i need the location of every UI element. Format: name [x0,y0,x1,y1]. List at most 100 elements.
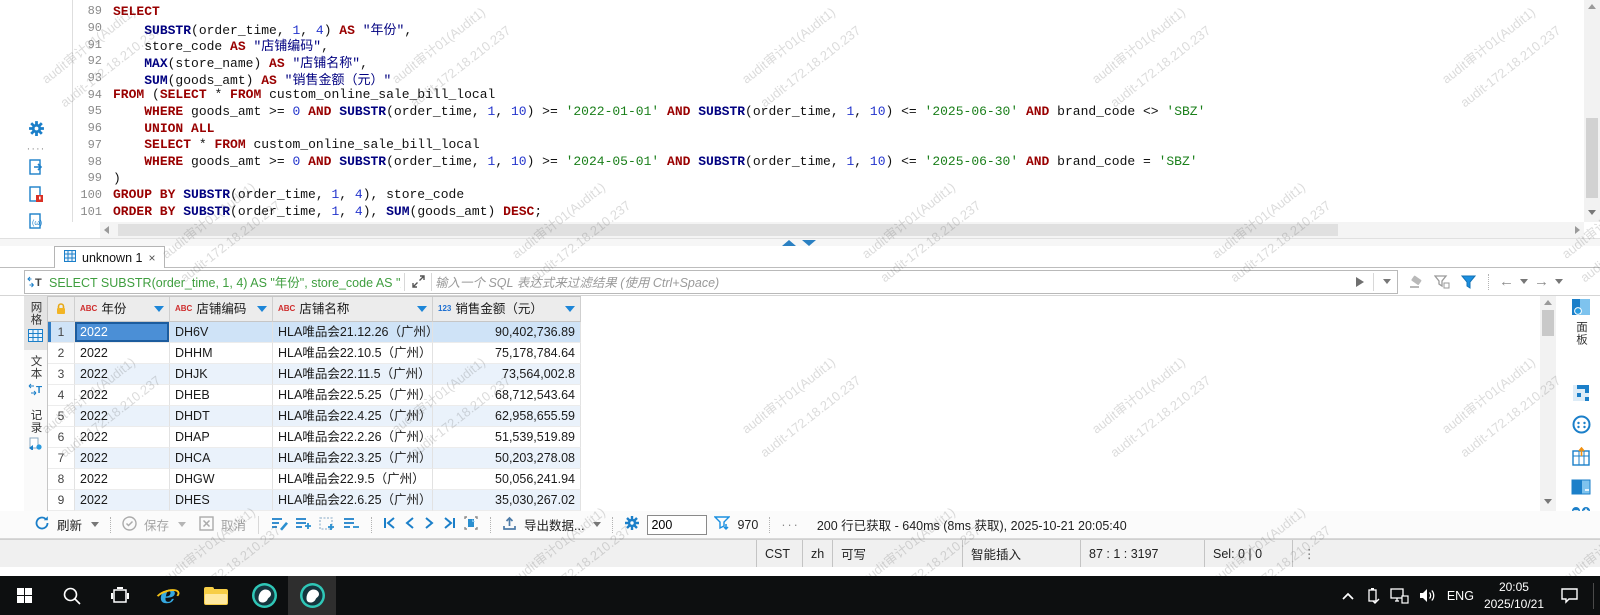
refresh-button[interactable]: 刷新 [57,515,82,534]
script-export-icon[interactable] [28,159,44,179]
grid-vertical-scrollbar[interactable] [1540,296,1556,511]
cell[interactable]: 2022 [75,427,170,448]
next-row-icon[interactable] [423,516,435,533]
row-number[interactable]: 1 [48,322,75,343]
file-explorer-button[interactable] [192,576,240,615]
cell[interactable]: 73,564,002.8 [433,364,581,385]
cell[interactable]: 68,712,543.64 [433,385,581,406]
column-header-3[interactable]: ABC店铺名称 [273,297,433,322]
cell[interactable]: HLA唯品会22.10.5（广州） [273,343,433,364]
cell[interactable]: HLA唯品会21.12.26（广州） [273,322,433,343]
value-viewer-icon[interactable] [1572,384,1590,405]
tab-close-icon[interactable]: × [148,251,155,265]
panel-tab-label[interactable]: 面板 [1573,321,1589,346]
export-icon[interactable] [502,516,517,534]
fetch-page-icon[interactable] [463,515,479,534]
row-number[interactable]: 7 [48,448,75,469]
code-line[interactable]: 92 MAX(store_name) AS "店铺名称", [74,53,1582,70]
cell[interactable]: 2022 [75,364,170,385]
statusbar-overflow-icon[interactable]: ⋮ [1292,540,1326,567]
cell[interactable]: HLA唯品会22.6.25（广州） [273,490,433,511]
cell[interactable]: DHGW [170,469,273,490]
code-line[interactable]: 89SELECT [74,3,1582,20]
editor-horizontal-scrollbar[interactable] [100,222,1584,238]
code-line[interactable]: 97 SELECT * FROM custom_online_sale_bill… [74,137,1582,154]
edit-cell-icon[interactable] [271,516,288,534]
cell[interactable]: 2022 [75,343,170,364]
view-tab-记录[interactable]: 记录 [24,404,47,458]
column-header-4[interactable]: 123销售金额（元） [433,297,581,322]
result-table[interactable]: ABC年份ABC店铺编码ABC店铺名称123销售金额（元）12022DH6VHL… [47,296,581,511]
calc-panel-icon[interactable] [1572,447,1590,469]
cell[interactable]: 2022 [75,406,170,427]
clock[interactable]: 20:05 2025/10/21 [1484,579,1544,611]
row-number[interactable]: 9 [48,490,75,511]
cell[interactable]: DHES [170,490,273,511]
row-number[interactable]: 2 [48,343,75,364]
cell[interactable]: 75,178,784.64 [433,343,581,364]
cell[interactable]: HLA唯品会22.9.5（广州） [273,469,433,490]
row-number[interactable]: 8 [48,469,75,490]
nav-forward-icon[interactable]: → [1534,274,1549,289]
volume-icon[interactable] [1419,588,1437,603]
statusbar-insert-mode[interactable]: 智能插入 [962,540,1080,567]
last-row-icon[interactable] [442,516,456,533]
expand-filter-icon[interactable] [408,272,428,292]
clear-filter-eraser-icon[interactable] [1406,272,1426,292]
refresh-icon[interactable] [34,515,50,534]
cell[interactable]: 2022 [75,469,170,490]
nav-back-icon[interactable]: ← [1499,274,1514,289]
duplicate-row-icon[interactable] [319,516,336,534]
column-filter-icon[interactable] [417,306,427,312]
apply-filter-play-icon[interactable] [1350,272,1370,292]
toolbar-overflow-icon[interactable]: ··· [781,518,800,532]
filter-history-dropdown-icon[interactable] [1377,272,1397,292]
scrollbar-thumb[interactable] [1586,118,1598,198]
statusbar-timezone[interactable]: CST [756,540,802,567]
column-filter-icon[interactable] [565,306,575,312]
row-number[interactable]: 4 [48,385,75,406]
cell[interactable]: 2022 [75,385,170,406]
dbeaver-active-button[interactable] [288,576,336,615]
code-line[interactable]: 91 store_code AS "店铺编码", [74,36,1582,53]
save-button[interactable]: 保存 [144,515,169,534]
filter-apply-icon[interactable] [1458,272,1478,292]
statusbar-caret-position[interactable]: 87 : 1 : 3197 [1080,540,1204,567]
fetch-settings-gear-icon[interactable] [624,515,640,534]
show-desktop-divider[interactable] [1593,583,1594,609]
nav-forward-dropdown-icon[interactable] [1555,279,1563,284]
internet-explorer-button[interactable]: e [144,576,192,615]
cell[interactable]: 2022 [75,448,170,469]
fetch-size-input[interactable] [647,515,707,535]
row-number[interactable]: 3 [48,364,75,385]
code-line[interactable]: 95 WHERE goods_amt >= 0 AND SUBSTR(order… [74,103,1582,120]
record-mode-icon[interactable] [1572,415,1591,437]
prev-row-icon[interactable] [404,516,416,533]
panel-gear-icon[interactable] [1571,298,1591,319]
code-line[interactable]: 96 UNION ALL [74,120,1582,137]
export-data-button[interactable]: 导出数据... [524,515,584,534]
code-line[interactable]: 98 WHERE goods_amt >= 0 AND SUBSTR(order… [74,153,1582,170]
cell[interactable]: 51,539,519.89 [433,427,581,448]
tray-expand-chevron-icon[interactable] [1341,591,1355,601]
cell[interactable]: HLA唯品会22.4.25（广州） [273,406,433,427]
cell[interactable]: 50,203,278.08 [433,448,581,469]
view-tab-文本[interactable]: 文本T [24,350,47,404]
statusbar-selection-info[interactable]: Sel: 0 | 0 [1204,540,1292,567]
cell[interactable]: HLA唯品会22.2.26（广州） [273,427,433,448]
row-number[interactable]: 6 [48,427,75,448]
scrollbar-thumb[interactable] [1542,310,1554,336]
cell[interactable]: DHHM [170,343,273,364]
code-line[interactable]: 93 SUM(goods_amt) AS "销售金额（元）" [74,70,1582,87]
cell[interactable]: 2022 [75,322,170,343]
statusbar-write-mode[interactable]: 可写 [832,540,962,567]
cell[interactable]: DHCA [170,448,273,469]
editor-vertical-scrollbar[interactable] [1584,0,1600,222]
column-header-1[interactable]: ABC年份 [75,297,170,322]
scroll-right-icon[interactable] [1575,226,1580,234]
cell[interactable]: HLA唯品会22.5.25（广州） [273,385,433,406]
cell[interactable]: 90,402,736.89 [433,322,581,343]
cell[interactable]: 35,030,267.02 [433,490,581,511]
row-number[interactable]: 5 [48,406,75,427]
export-dropdown-icon[interactable] [593,522,601,527]
